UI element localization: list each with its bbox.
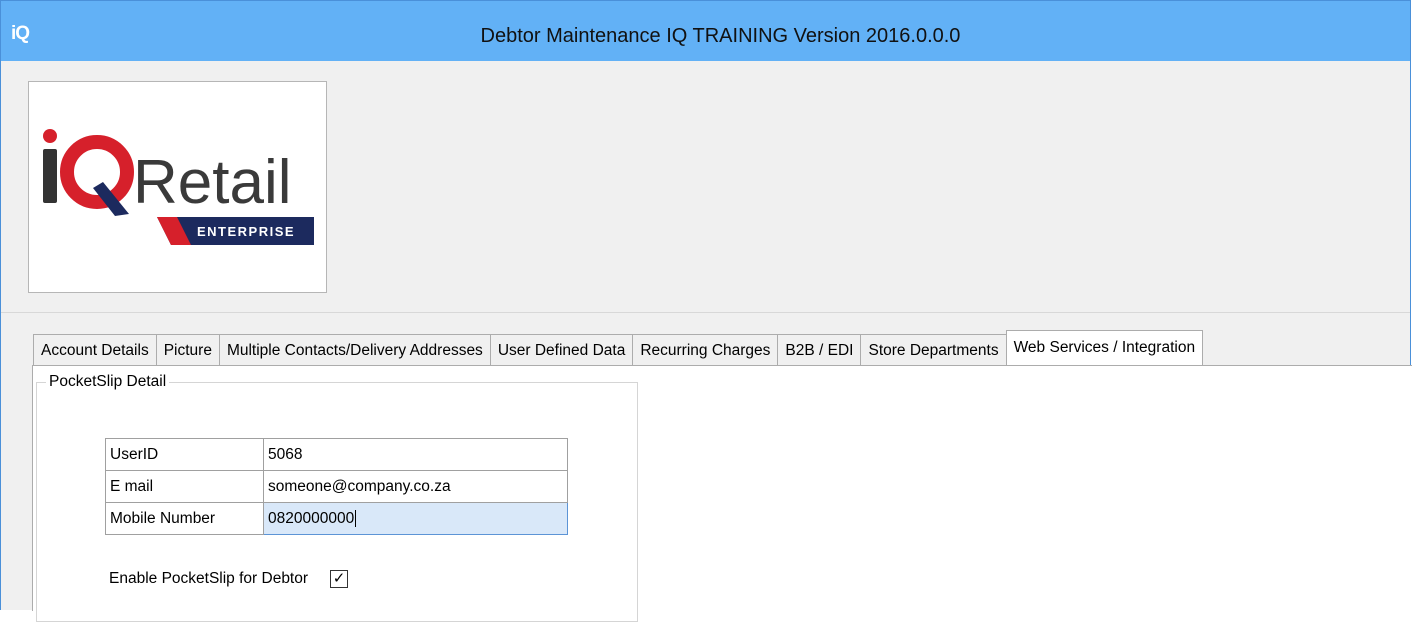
logo-ribbon-text: ENTERPRISE xyxy=(197,224,295,239)
tab-web-services[interactable]: Web Services / Integration xyxy=(1005,330,1204,365)
tab-multiple-contacts[interactable]: Multiple Contacts/Delivery Addresses xyxy=(218,334,491,365)
pocketslip-group-title: PocketSlip Detail xyxy=(46,373,170,391)
tab-account-details[interactable]: Account Details xyxy=(33,334,157,365)
email-field[interactable]: someone@company.co.za xyxy=(263,470,568,503)
tab-b2b-edi[interactable]: B2B / EDI xyxy=(777,334,862,365)
logo-i-stem xyxy=(43,149,57,203)
userid-field[interactable]: 5068 xyxy=(263,438,568,471)
iq-retail-logo: Retail ENTERPRISE xyxy=(43,129,314,245)
window-title: Debtor Maintenance IQ TRAINING Version 2… xyxy=(480,25,961,47)
title-bar[interactable]: iQ Debtor Maintenance IQ TRAINING Versio… xyxy=(1,1,1410,61)
pocketslip-groupbox: PocketSlip Detail UserID 5068 E mail som… xyxy=(36,373,638,622)
grid-row-email: E mail someone@company.co.za xyxy=(105,470,568,503)
tab-strip: Account Details Picture Multiple Contact… xyxy=(33,330,1204,366)
tab-user-defined-data[interactable]: User Defined Data xyxy=(489,334,634,365)
company-logo-box: Retail ENTERPRISE xyxy=(28,81,327,293)
userid-label: UserID xyxy=(105,438,264,471)
logo-i-dot xyxy=(43,129,57,143)
mobile-value: 0820000000 xyxy=(268,509,355,527)
debtor-maintenance-window: iQ Debtor Maintenance IQ TRAINING Versio… xyxy=(0,0,1412,622)
checkmark-icon: ✓ xyxy=(332,570,346,587)
enable-pocketslip-checkbox[interactable]: ✓ xyxy=(330,570,349,588)
web-services-panel: PocketSlip Detail UserID 5068 E mail som… xyxy=(32,365,1412,622)
logo-brand-word: Retail xyxy=(133,148,292,217)
tab-recurring-charges[interactable]: Recurring Charges xyxy=(632,334,779,365)
enable-pocketslip-row: Enable PocketSlip for Debtor ✓ xyxy=(109,570,349,588)
grid-row-mobile: Mobile Number 0820000000 xyxy=(105,502,568,535)
text-cursor xyxy=(355,509,357,527)
mobile-field[interactable]: 0820000000 xyxy=(263,502,568,535)
mobile-label: Mobile Number xyxy=(105,502,264,535)
header-divider xyxy=(1,312,1410,313)
tab-store-departments[interactable]: Store Departments xyxy=(860,334,1007,365)
grid-row-userid: UserID 5068 xyxy=(105,438,568,471)
enable-pocketslip-label: Enable PocketSlip for Debtor xyxy=(109,570,309,587)
pocketslip-grid: UserID 5068 E mail someone@company.co.za… xyxy=(105,438,568,535)
email-label: E mail xyxy=(105,470,264,503)
tab-picture[interactable]: Picture xyxy=(155,334,220,365)
